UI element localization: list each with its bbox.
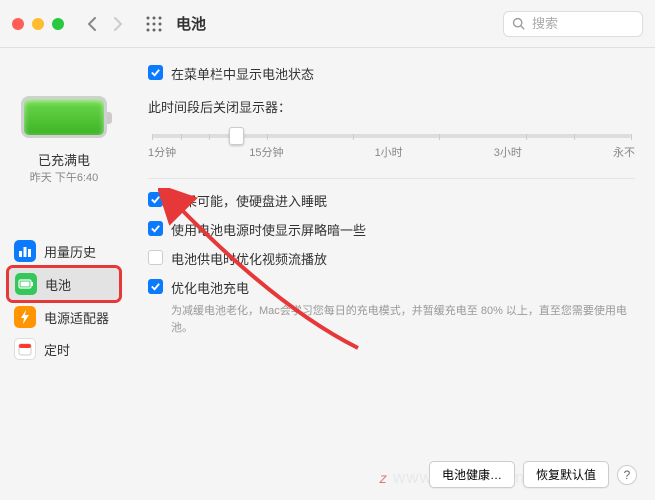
checkbox-optimize-charging[interactable]: 优化电池充电	[148, 278, 635, 297]
sidebar-item-label: 电池	[45, 275, 71, 294]
slider-tick-labels: 1分钟 15分钟 1小时 3小时 永不	[148, 144, 635, 160]
checkbox-label: 如果可能，使硬盘进入睡眠	[171, 191, 327, 210]
battery-status-time: 昨天 下午6:40	[30, 169, 98, 185]
window-controls	[12, 18, 64, 30]
optimize-charging-description: 为减缓电池老化，Mac会学习您每日的充电模式，并暂缓充电至 80% 以上，直至您…	[171, 303, 635, 336]
grid-icon	[146, 16, 162, 32]
battery-icon	[15, 273, 37, 295]
sidebar-item-battery[interactable]: 电池	[9, 268, 119, 300]
bolt-icon	[14, 306, 36, 328]
slider-ticks	[152, 134, 631, 142]
forward-button[interactable]	[106, 12, 130, 36]
battery-health-button[interactable]: 电池健康…	[429, 461, 515, 488]
sidebar-item-label: 电源适配器	[44, 308, 109, 327]
nav-buttons	[80, 12, 130, 36]
slider-thumb[interactable]	[229, 127, 244, 145]
checkbox-dim-display[interactable]: 使用电池电源时使显示屏略暗一些	[148, 220, 635, 239]
search-input[interactable]	[532, 16, 634, 31]
checkbox-label: 优化电池充电	[171, 278, 249, 297]
slider-label: 此时间段后关闭显示器：	[148, 97, 635, 116]
bars-icon	[14, 240, 36, 262]
battery-status-label: 已充满电	[38, 150, 90, 169]
checkbox-label: 在菜单栏中显示电池状态	[171, 64, 314, 83]
checkbox-icon	[148, 65, 163, 80]
calendar-icon	[14, 338, 36, 360]
restore-defaults-button[interactable]: 恢复默认值	[523, 461, 609, 488]
sidebar-item-label: 用量历史	[44, 242, 96, 261]
footer-buttons: 电池健康… 恢复默认值 ?	[429, 461, 637, 488]
checkbox-label: 电池供电时优化视频流播放	[171, 249, 327, 268]
checkbox-icon	[148, 250, 163, 265]
sidebar-item-label: 定时	[44, 340, 70, 359]
page-title: 电池	[176, 13, 206, 34]
sidebar-item-power-adapter[interactable]: 电源适配器	[8, 301, 120, 333]
back-button[interactable]	[80, 12, 104, 36]
search-icon	[512, 17, 526, 31]
checkbox-icon	[148, 192, 163, 207]
battery-status-icon	[21, 96, 107, 138]
close-icon[interactable]	[12, 18, 24, 30]
checkbox-icon	[148, 279, 163, 294]
show-all-button[interactable]	[142, 12, 166, 36]
minimize-icon[interactable]	[32, 18, 44, 30]
highlight-annotation: 电池	[6, 265, 122, 303]
sidebar: 已充满电 昨天 下午6:40 用量历史 电池	[0, 48, 128, 500]
chevron-left-icon	[86, 17, 98, 31]
titlebar: 电池	[0, 0, 655, 48]
sidebar-item-schedule[interactable]: 定时	[8, 333, 120, 365]
zoom-icon[interactable]	[52, 18, 64, 30]
main-panel: 在菜单栏中显示电池状态 此时间段后关闭显示器： 1分钟 15分钟 1小时 3小时…	[128, 48, 655, 500]
display-off-slider-section: 此时间段后关闭显示器： 1分钟 15分钟 1小时 3小时 永不	[148, 97, 635, 160]
checkbox-sleep-disk[interactable]: 如果可能，使硬盘进入睡眠	[148, 191, 635, 210]
sidebar-item-usage-history[interactable]: 用量历史	[8, 235, 120, 267]
slider-track[interactable]	[152, 134, 631, 138]
checkbox-label: 使用电池电源时使显示屏略暗一些	[171, 220, 366, 239]
checkbox-video-stream[interactable]: 电池供电时优化视频流播放	[148, 249, 635, 268]
checkbox-show-menubar[interactable]: 在菜单栏中显示电池状态	[148, 64, 635, 83]
search-field[interactable]	[503, 11, 643, 37]
chevron-right-icon	[112, 17, 124, 31]
help-button[interactable]: ?	[617, 465, 637, 485]
checkbox-icon	[148, 221, 163, 236]
